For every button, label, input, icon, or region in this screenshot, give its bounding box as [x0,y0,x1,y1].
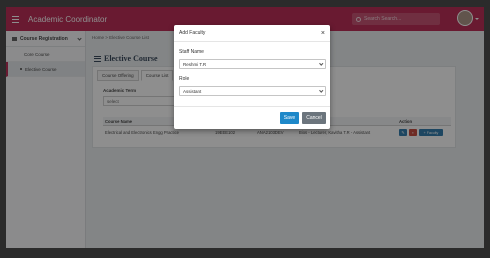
app-frame: Academic Coordinator Search Search... Co… [6,7,484,248]
role-value: Assistant [183,89,202,94]
role-label: Role [179,76,190,82]
staff-name-value: Reshmi T.R [183,62,207,67]
role-select[interactable]: Assistant [179,86,326,96]
chevron-down-icon [318,61,323,66]
staff-name-label: Staff Name [179,49,204,55]
add-faculty-modal: Add Faculty × Staff Name Reshmi T.R Role… [174,25,330,129]
staff-name-select[interactable]: Reshmi T.R [179,59,326,69]
cancel-button[interactable]: Cancel [302,112,326,124]
chevron-down-icon [318,88,323,93]
modal-divider [174,106,330,107]
modal-title: Add Faculty [179,30,206,36]
save-button[interactable]: Save [280,112,299,124]
modal-header: Add Faculty × [174,25,330,42]
close-icon[interactable]: × [321,30,325,37]
